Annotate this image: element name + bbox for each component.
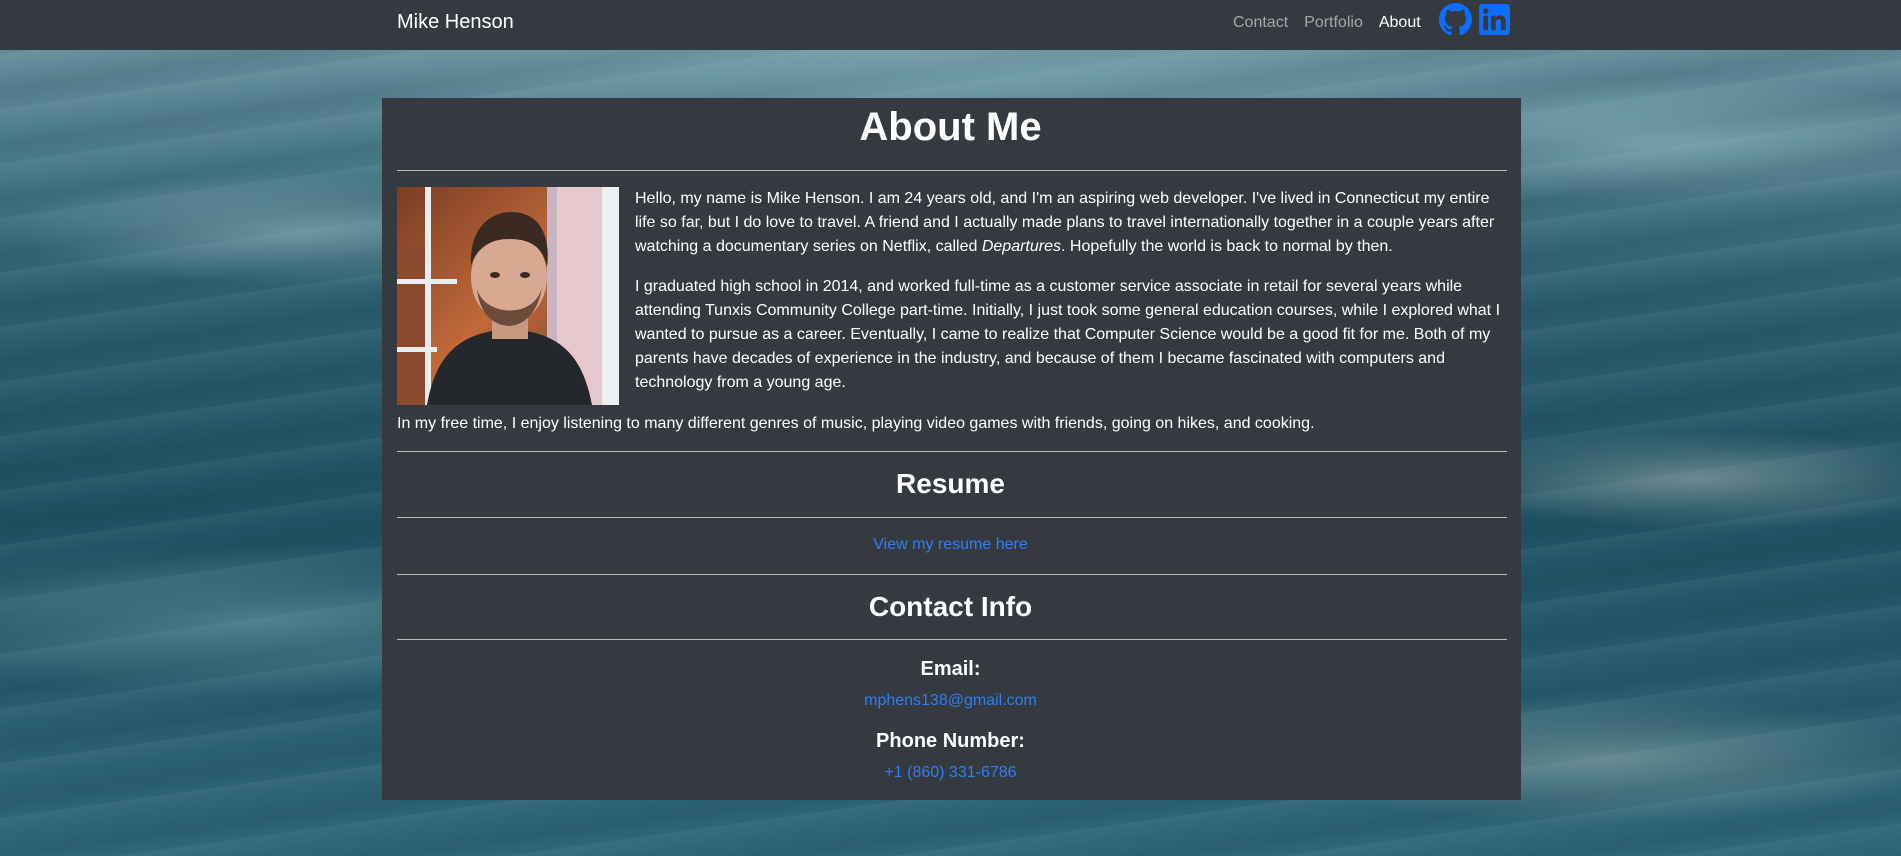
phone-label: Phone Number: (876, 730, 1025, 752)
bio-paragraph-2: I graduated high school in 2014, and wor… (635, 278, 1501, 391)
bio-paragraph-3: In my free time, I enjoy listening to ma… (397, 415, 1315, 432)
nav-portfolio[interactable]: Portfolio (1304, 14, 1363, 32)
about-title: About Me (859, 105, 1042, 149)
bio-paragraph-1: Hello, my name is Mike Henson. I am 24 y… (635, 190, 1495, 255)
github-icon[interactable] (1439, 3, 1472, 36)
phone-link-wrap: +1 (860) 331-6786 (0, 764, 1901, 782)
profile-photo (397, 187, 619, 405)
divider (397, 517, 1507, 518)
divider (397, 170, 1507, 171)
nav-links: Contact Portfolio About (1233, 14, 1437, 32)
social-links (1439, 3, 1511, 36)
divider (397, 574, 1507, 575)
resume-link[interactable]: View my resume here (873, 536, 1027, 553)
divider (397, 639, 1507, 640)
brand-link[interactable]: Mike Henson (397, 11, 514, 34)
phone-link[interactable]: +1 (860) 331-6786 (884, 764, 1016, 781)
nav-contact[interactable]: Contact (1233, 14, 1288, 32)
nav-about[interactable]: About (1379, 14, 1421, 32)
contact-title: Contact Info (868, 591, 1033, 622)
email-link[interactable]: mphens138@gmail.com (864, 692, 1037, 709)
divider (397, 451, 1507, 452)
linkedin-icon[interactable] (1478, 3, 1511, 36)
navbar: Mike Henson Contact Portfolio About (0, 0, 1901, 50)
resume-title: Resume (896, 468, 1005, 499)
email-label: Email: (920, 658, 981, 680)
email-link-wrap: mphens138@gmail.com (0, 692, 1901, 710)
resume-link-wrap: View my resume here (0, 536, 1901, 554)
